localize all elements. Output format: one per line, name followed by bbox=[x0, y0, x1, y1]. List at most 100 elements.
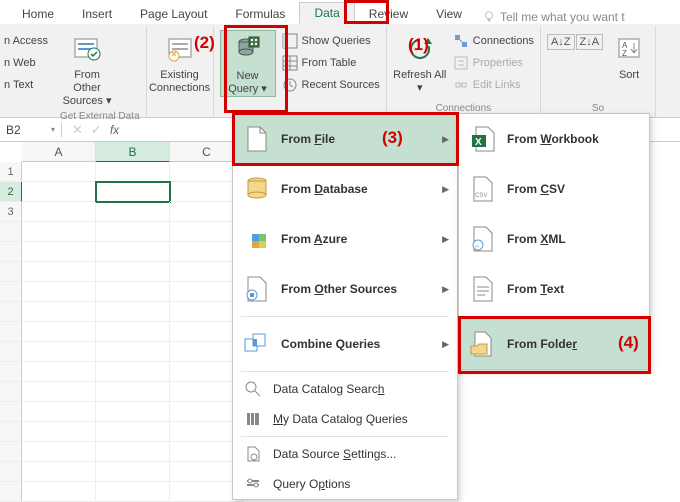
chevron-right-icon: ▶ bbox=[442, 184, 449, 195]
existing-connections-icon bbox=[163, 32, 197, 66]
row-head-16[interactable] bbox=[0, 462, 22, 482]
tellme-search[interactable]: Tell me what you want t bbox=[482, 10, 625, 24]
menu-from-file[interactable]: From File ▶ bbox=[233, 114, 457, 164]
sort-icon: AZ bbox=[612, 32, 646, 66]
tab-insert[interactable]: Insert bbox=[68, 4, 126, 24]
menu-from-text[interactable]: From Text bbox=[459, 264, 649, 314]
svg-text:Z: Z bbox=[622, 49, 627, 58]
row-head-8[interactable] bbox=[0, 302, 22, 322]
tab-pagelayout[interactable]: Page Layout bbox=[126, 4, 221, 24]
enter-formula-icon: ✓ bbox=[91, 122, 102, 138]
refresh-all-button[interactable]: Refresh All ▾ bbox=[393, 30, 447, 95]
folder-icon bbox=[469, 329, 497, 359]
col-head-a[interactable]: A bbox=[22, 142, 96, 162]
menu-from-xml[interactable]: ‹› From XML bbox=[459, 214, 649, 264]
tellme-label: Tell me what you want t bbox=[500, 10, 625, 24]
row-head-1[interactable]: 1 bbox=[0, 162, 22, 182]
chevron-right-icon: ▶ bbox=[442, 339, 449, 350]
workbook-icon: X bbox=[469, 124, 497, 154]
other-sources-icon bbox=[243, 274, 271, 304]
row-head-5[interactable] bbox=[0, 242, 22, 262]
new-query-icon bbox=[231, 33, 265, 67]
recent-sources-icon bbox=[282, 77, 298, 93]
row-head-7[interactable] bbox=[0, 282, 22, 302]
xml-icon: ‹› bbox=[469, 224, 497, 254]
file-icon bbox=[243, 124, 271, 154]
row-head-12[interactable] bbox=[0, 382, 22, 402]
catalog-icon bbox=[243, 404, 263, 434]
options-icon bbox=[243, 469, 263, 499]
tab-formulas[interactable]: Formulas bbox=[221, 4, 299, 24]
from-text-button[interactable]: n Text bbox=[4, 74, 33, 96]
recent-sources-button[interactable]: Recent Sources bbox=[282, 74, 380, 96]
ribbon: n Access n Web n Text From Other Sources… bbox=[0, 24, 680, 118]
row-head-4[interactable] bbox=[0, 222, 22, 242]
refresh-icon bbox=[403, 32, 437, 66]
new-query-menu: From File ▶ From Database ▶ From Azure ▶… bbox=[232, 113, 458, 500]
from-table-button[interactable]: From Table bbox=[282, 52, 380, 74]
sort-za-button[interactable]: Z↓A bbox=[576, 34, 604, 50]
sort-button[interactable]: AZ Sort bbox=[609, 30, 649, 82]
row-head-3[interactable]: 3 bbox=[0, 202, 22, 222]
text-file-icon bbox=[469, 274, 497, 304]
lightbulb-icon bbox=[482, 10, 496, 24]
new-query-button[interactable]: New Query ▾ bbox=[220, 30, 276, 97]
row-head-10[interactable] bbox=[0, 342, 22, 362]
svg-text:X: X bbox=[475, 137, 482, 148]
row-head-17[interactable] bbox=[0, 482, 22, 502]
tab-data[interactable]: Data bbox=[299, 2, 354, 24]
menu-data-source-settings[interactable]: Data Source Settings... bbox=[233, 439, 457, 469]
menu-from-azure[interactable]: From Azure ▶ bbox=[233, 214, 457, 264]
from-file-submenu: X From Workbook CSV From CSV ‹› From XML… bbox=[458, 113, 650, 370]
menu-from-workbook[interactable]: X From Workbook bbox=[459, 114, 649, 164]
menu-my-data-catalog-queries[interactable]: My Data Catalog Queries bbox=[233, 404, 457, 434]
csv-icon: CSV bbox=[469, 174, 497, 204]
properties-button: Properties bbox=[453, 52, 534, 74]
menu-query-options[interactable]: Query Options bbox=[233, 469, 457, 499]
menu-combine-queries[interactable]: Combine Queries ▶ bbox=[233, 319, 457, 369]
name-box[interactable]: B2▾ bbox=[0, 123, 62, 137]
row-head-14[interactable] bbox=[0, 422, 22, 442]
menu-from-folder[interactable]: From Folder bbox=[459, 319, 649, 369]
show-queries-button[interactable]: Show Queries bbox=[282, 30, 380, 52]
row-head-13[interactable] bbox=[0, 402, 22, 422]
tab-view[interactable]: View bbox=[422, 4, 476, 24]
cell-b2[interactable] bbox=[96, 182, 170, 202]
tab-home[interactable]: Home bbox=[8, 4, 68, 24]
edit-links-button: Edit Links bbox=[453, 74, 534, 96]
menu-from-other-sources[interactable]: From Other Sources ▶ bbox=[233, 264, 457, 314]
chevron-right-icon: ▶ bbox=[442, 134, 449, 145]
menu-data-catalog-search[interactable]: Data Catalog Search bbox=[233, 374, 457, 404]
fx-icon[interactable]: fx bbox=[110, 123, 119, 137]
database-icon bbox=[243, 174, 271, 204]
combine-queries-icon bbox=[243, 329, 271, 359]
existing-connections-button[interactable]: Existing Connections bbox=[153, 30, 207, 95]
row-head-2[interactable]: 2 bbox=[0, 182, 22, 202]
search-icon bbox=[243, 374, 263, 404]
menu-from-database[interactable]: From Database ▶ bbox=[233, 164, 457, 214]
svg-text:CSV: CSV bbox=[475, 193, 487, 199]
chevron-right-icon: ▶ bbox=[442, 284, 449, 295]
row-head-15[interactable] bbox=[0, 442, 22, 462]
azure-icon bbox=[243, 224, 271, 254]
row-head-11[interactable] bbox=[0, 362, 22, 382]
show-queries-icon bbox=[282, 33, 298, 49]
menu-from-csv[interactable]: CSV From CSV bbox=[459, 164, 649, 214]
from-other-sources-button[interactable]: From Other Sources ▾ bbox=[60, 30, 114, 109]
from-web-button[interactable]: n Web bbox=[4, 52, 36, 74]
cancel-formula-icon: ✕ bbox=[72, 122, 83, 138]
settings-icon bbox=[243, 439, 263, 469]
sort-az-button[interactable]: A↓Z bbox=[547, 34, 575, 50]
row-head-9[interactable] bbox=[0, 322, 22, 342]
from-other-sources-icon bbox=[70, 32, 104, 66]
tab-review[interactable]: Review bbox=[355, 4, 422, 24]
row-head-6[interactable] bbox=[0, 262, 22, 282]
connections-button[interactable]: Connections bbox=[453, 30, 534, 52]
col-head-b[interactable]: B bbox=[96, 142, 170, 162]
connections-icon bbox=[453, 33, 469, 49]
from-table-icon bbox=[282, 55, 298, 71]
edit-links-icon bbox=[453, 77, 469, 93]
from-access-button[interactable]: n Access bbox=[4, 30, 48, 52]
chevron-right-icon: ▶ bbox=[442, 234, 449, 245]
svg-text:‹›: ‹› bbox=[475, 244, 479, 250]
